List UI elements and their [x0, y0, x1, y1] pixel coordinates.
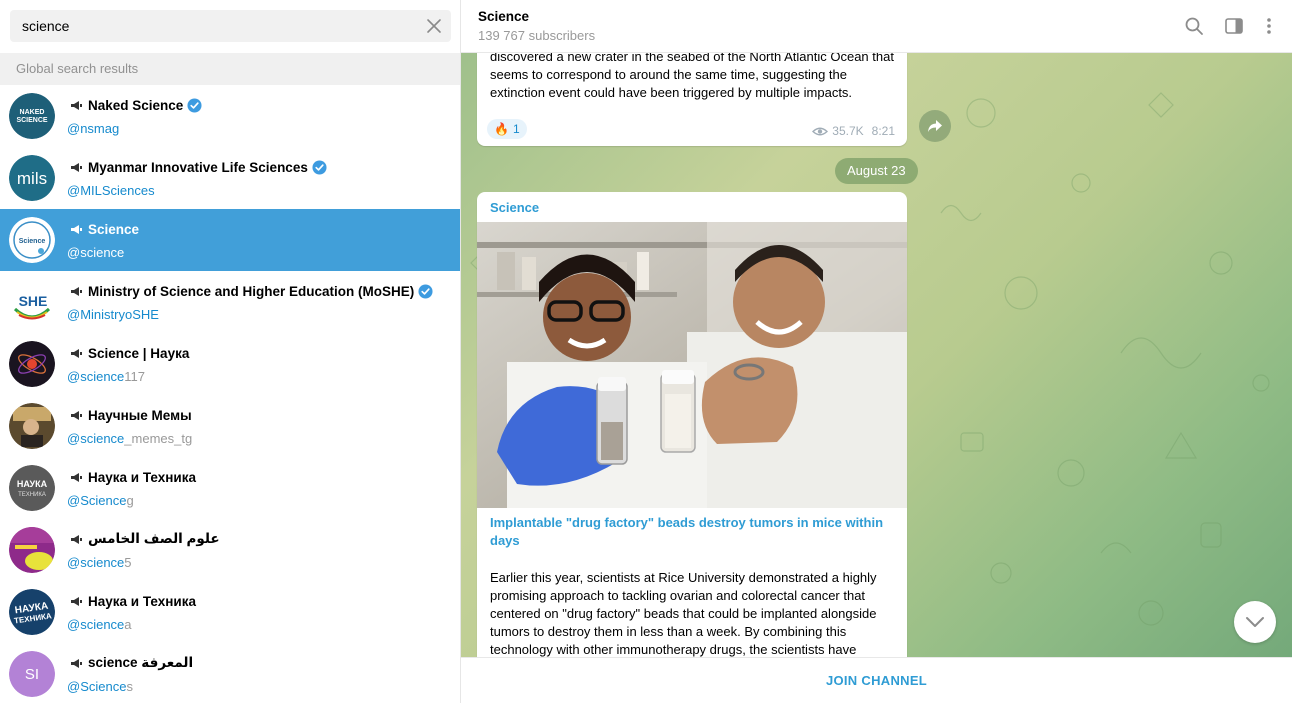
- search-input[interactable]: [10, 10, 420, 42]
- chat-history[interactable]: discovered a new crater in the seabed of…: [461, 53, 1292, 657]
- result-handle: @science5: [67, 555, 132, 570]
- svg-text:mils: mils: [17, 169, 47, 188]
- close-icon[interactable]: [425, 17, 443, 35]
- link-preview-photo[interactable]: [477, 222, 907, 508]
- avatar: SHE: [9, 279, 55, 325]
- avatar: [9, 341, 55, 387]
- svg-text:ТЕХНИКА: ТЕХНИКА: [18, 492, 46, 498]
- message-meta: 35.7K 8:21: [812, 124, 895, 138]
- result-row[interactable]: mils Myanmar Innovative Life Sciences @M…: [0, 147, 460, 209]
- fire-emoji: 🔥: [494, 122, 509, 136]
- share-button[interactable]: [919, 110, 951, 142]
- avatar: [9, 527, 55, 573]
- result-title: Naked Science: [70, 96, 202, 114]
- eye-icon: [812, 127, 829, 135]
- search-box[interactable]: [10, 10, 451, 42]
- channel-title[interactable]: Science: [478, 9, 529, 24]
- result-handle: @nsmag: [67, 121, 120, 136]
- results-list: NAKED SCIENCE Naked Science @nsmag mils …: [0, 85, 460, 703]
- search-panel: Global search results NAKED SCIENCE Nake…: [0, 0, 461, 703]
- result-title: Ministry of Science and Higher Education…: [70, 282, 433, 300]
- avatar: Science: [9, 217, 55, 263]
- megaphone-icon: [71, 100, 82, 110]
- chat-footer: JOIN CHANNEL: [461, 657, 1292, 703]
- result-row[interactable]: Научные Мемы @science_memes_tg: [0, 395, 460, 457]
- megaphone-icon: [71, 596, 82, 606]
- megaphone-icon: [71, 162, 82, 172]
- avatar: mils: [9, 155, 55, 201]
- chevron-down-icon: [1246, 617, 1264, 627]
- megaphone-icon: [71, 472, 82, 482]
- sidebar-toggle-icon[interactable]: [1224, 16, 1244, 36]
- message-time: 8:21: [871, 124, 895, 138]
- result-row[interactable]: علوم الصف الخامس @science5: [0, 519, 460, 581]
- result-row[interactable]: Science | Наука @science117: [0, 333, 460, 395]
- avatar: NAKED SCIENCE: [9, 93, 55, 139]
- reaction-count: 1: [512, 122, 520, 136]
- result-handle: @MinistryoSHE: [67, 307, 159, 322]
- result-title: Научные Мемы: [70, 406, 192, 424]
- result-row[interactable]: NAKED SCIENCE Naked Science @nsmag: [0, 85, 460, 147]
- message-text: discovered a new crater in the seabed of…: [490, 53, 894, 100]
- result-handle: @Scienceg: [67, 493, 134, 508]
- scroll-to-bottom-button[interactable]: [1234, 601, 1276, 643]
- result-row[interactable]: SHE Ministry of Science and Higher Educa…: [0, 271, 460, 333]
- result-title: Science | Наука: [70, 344, 189, 362]
- megaphone-icon: [71, 534, 82, 544]
- result-title: Science: [70, 220, 139, 238]
- result-title: علوم الصف الخامس: [70, 530, 220, 548]
- join-channel-button[interactable]: JOIN CHANNEL: [461, 658, 1292, 703]
- result-handle: @science: [67, 245, 125, 260]
- message-bubble[interactable]: discovered a new crater in the seabed of…: [477, 53, 907, 146]
- megaphone-icon: [71, 410, 82, 420]
- megaphone-icon: [71, 286, 82, 296]
- svg-text:НАУКА: НАУКА: [17, 479, 48, 489]
- megaphone-icon: [71, 658, 82, 668]
- message-text: Earlier this year, scientists at Rice Un…: [490, 570, 877, 657]
- avatar: НАУКА ТЕХНИКА: [9, 465, 55, 511]
- verified-icon: [187, 97, 202, 113]
- chat-header: Science 139 767 subscribers: [461, 0, 1292, 53]
- megaphone-icon: [71, 224, 82, 234]
- result-row[interactable]: НАУКА ТЕХНИКА Наука и Техника @Scienceg: [0, 457, 460, 519]
- avatar: НАУКА ТЕХНИКА: [9, 589, 55, 635]
- result-handle: @sciencea: [67, 617, 132, 632]
- result-handle: @science117: [67, 369, 146, 384]
- svg-text:NAKED: NAKED: [20, 109, 45, 116]
- result-handle: @science_memes_tg: [67, 431, 193, 446]
- chat-panel: Science 139 767 subscribers discovered a…: [461, 0, 1292, 703]
- result-title: science المعرفة: [70, 654, 193, 672]
- avatar: SI: [9, 651, 55, 697]
- date-separator: August 23: [835, 158, 918, 184]
- result-title: Наука и Техника: [70, 592, 196, 610]
- svg-text:Science: Science: [19, 238, 46, 245]
- view-count: 35.7K: [832, 124, 864, 138]
- svg-text:SHE: SHE: [19, 293, 48, 309]
- global-results-header: Global search results: [0, 53, 460, 85]
- result-handle: @Sciences: [67, 679, 133, 694]
- verified-icon: [418, 283, 433, 299]
- megaphone-icon: [71, 348, 82, 358]
- avatar: [9, 403, 55, 449]
- link-preview-title[interactable]: Implantable "drug factory" beads destroy…: [490, 514, 895, 550]
- result-row[interactable]: SI science المعرفة @Sciences: [0, 643, 460, 703]
- reaction-chip[interactable]: 🔥 1: [487, 119, 527, 139]
- message-sender[interactable]: Science: [490, 200, 539, 215]
- result-row-selected[interactable]: Science Science @science: [0, 209, 460, 271]
- share-icon: [928, 120, 942, 132]
- search-icon[interactable]: [1184, 16, 1204, 36]
- verified-icon: [312, 159, 327, 175]
- result-handle: @MILSciences: [67, 183, 155, 198]
- result-title: Наука и Техника: [70, 468, 196, 486]
- more-vertical-icon[interactable]: [1259, 16, 1279, 36]
- result-row[interactable]: НАУКА ТЕХНИКА Наука и Техника @sciencea: [0, 581, 460, 643]
- svg-text:SCIENCE: SCIENCE: [16, 117, 47, 124]
- message-bubble[interactable]: Science Implantable "drug factory" beads…: [477, 192, 907, 657]
- result-title: Myanmar Innovative Life Sciences: [70, 158, 327, 176]
- subscriber-count: 139 767 subscribers: [478, 28, 596, 43]
